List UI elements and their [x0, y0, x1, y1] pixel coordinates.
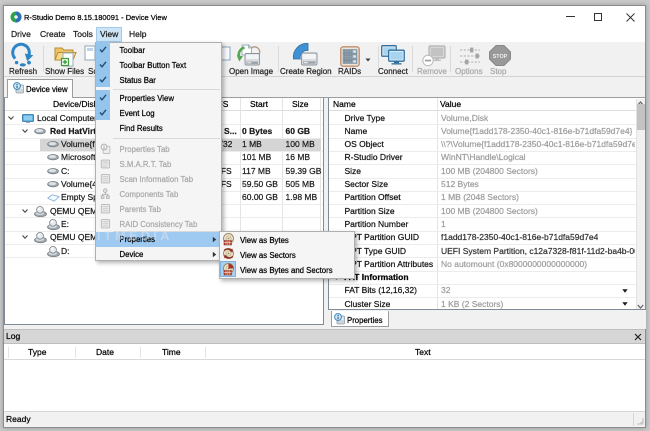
svg-text:STOP: STOP	[493, 54, 508, 60]
